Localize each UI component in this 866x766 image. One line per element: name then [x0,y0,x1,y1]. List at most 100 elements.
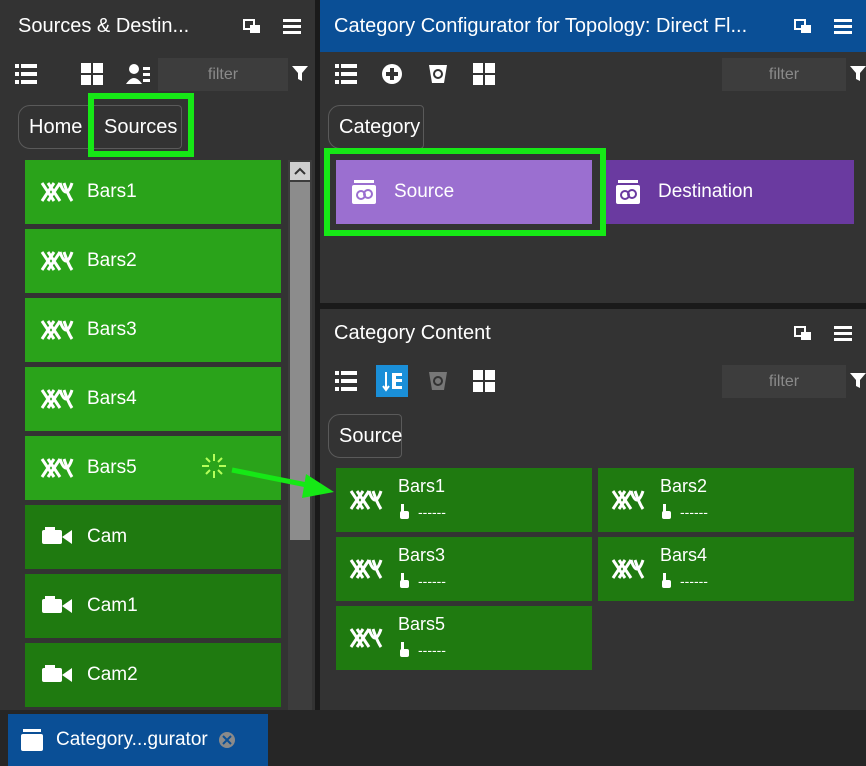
configurator-title: Category Configurator for Topology: Dire… [334,14,748,37]
menu-icon[interactable] [279,13,305,39]
source-list-scrollbar[interactable] [288,160,312,710]
source-item-bars1[interactable]: Bars1 [25,160,281,224]
add-icon[interactable] [376,58,408,90]
category-configurator-panel: Category Configurator for Topology: Dire… [320,0,866,303]
breadcrumb-source-label: Source [339,424,403,447]
grid-view-icon[interactable] [468,58,500,90]
source-item-label: Cam [87,526,128,547]
breadcrumb-home[interactable]: Home [18,105,98,149]
test-pattern-icon [39,178,75,206]
camera-icon [39,661,75,689]
menu-icon[interactable] [830,13,856,39]
grid-view-icon[interactable] [76,58,108,90]
hand-pointer-icon [660,573,672,589]
hand-pointer-icon [398,642,410,658]
menu-icon[interactable] [830,320,856,346]
tile-sub: ------ [660,504,708,520]
configurator-header: Category Configurator for Topology: Dire… [320,0,866,52]
sources-breadcrumb-highlight [88,93,194,157]
source-item-label: Bars5 [87,457,137,478]
breadcrumb-category-label: Category [339,115,421,138]
filter-icon[interactable] [292,66,308,87]
taskbar: Category...gurator [0,710,866,766]
test-pattern-icon [608,555,648,583]
filter-icon[interactable] [850,66,866,87]
test-pattern-icon [39,454,75,482]
category-content-panel: Category Content filter Source Bars1 ---… [320,309,866,710]
panel-title: Sources & Destin... [18,14,190,37]
filter-placeholder: filter [768,65,800,83]
float-window-icon[interactable] [239,13,265,39]
test-pattern-icon [39,316,75,344]
tile-sub: ------ [660,573,708,589]
refresh-icon[interactable] [422,365,454,397]
list-view-icon[interactable] [10,58,42,90]
app-root: Sources & Destin... filter Home Sources … [0,0,866,766]
tile-name: Bars3 [398,545,446,565]
list-view-icon[interactable] [330,58,362,90]
content-tile-bars5[interactable]: Bars5 ------ [336,606,592,670]
sources-panel-header: Sources & Destin... [0,0,315,52]
drag-arrow-icon [228,462,338,507]
source-item-bars2[interactable]: Bars2 [25,229,281,293]
source-item-label: Cam1 [87,595,138,616]
category-icon [614,178,642,206]
content-tile-bars2[interactable]: Bars2 ------ [598,468,854,532]
camera-icon [39,592,75,620]
source-item-bars4[interactable]: Bars4 [25,367,281,431]
hand-pointer-icon [398,504,410,520]
tile-sub: ------ [398,573,446,589]
filter-input[interactable]: filter [722,365,846,398]
content-tile-bars4[interactable]: Bars4 ------ [598,537,854,601]
sources-toolbar: filter [0,52,315,96]
category-destination-button[interactable]: Destination [600,160,854,224]
source-item-cam[interactable]: Cam [25,505,281,569]
filter-placeholder: filter [768,372,800,390]
filter-placeholder: filter [207,65,239,83]
source-category-highlight [324,148,606,236]
source-item-label: Bars4 [87,388,137,409]
configurator-toolbar: filter [320,52,866,96]
content-tile-bars3[interactable]: Bars3 ------ [336,537,592,601]
float-window-icon[interactable] [790,320,816,346]
close-icon[interactable] [218,731,236,749]
tile-sub-text: ------ [418,573,446,589]
filter-input[interactable]: filter [722,58,846,91]
list-view-icon[interactable] [330,365,362,397]
float-window-icon[interactable] [790,13,816,39]
content-title: Category Content [334,321,491,344]
test-pattern-icon [346,624,386,652]
tile-name: Bars2 [660,476,708,496]
tile-name: Bars5 [398,614,446,634]
category-label: Destination [658,181,754,202]
filter-input[interactable]: filter [158,58,288,91]
breadcrumb-source[interactable]: Source [328,414,402,458]
content-header: Category Content [320,309,866,357]
scroll-up-button[interactable] [290,162,310,180]
test-pattern-icon [39,247,75,275]
test-pattern-icon [346,486,386,514]
drag-cursor-icon [200,452,228,485]
test-pattern-icon [608,486,648,514]
taskbar-tab-configurator[interactable]: Category...gurator [8,714,268,766]
user-list-icon[interactable] [122,58,154,90]
tile-name: Bars4 [660,545,708,565]
source-item-cam1[interactable]: Cam1 [25,574,281,638]
breadcrumb-category[interactable]: Category [328,105,424,149]
source-item-cam2[interactable]: Cam2 [25,643,281,707]
sort-order-icon[interactable] [376,365,408,397]
refresh-icon[interactable] [422,58,454,90]
camera-icon [39,523,75,551]
grid-view-icon[interactable] [468,365,500,397]
filter-icon[interactable] [850,373,866,394]
sources-panel: Sources & Destin... filter Home Sources … [0,0,315,710]
content-toolbar: filter [320,359,866,403]
source-item-label: Bars1 [87,181,137,202]
breadcrumb-home-label: Home [29,115,83,138]
tile-sub-text: ------ [680,573,708,589]
content-tile-bars1[interactable]: Bars1 ------ [336,468,592,532]
source-item-bars3[interactable]: Bars3 [25,298,281,362]
taskbar-tab-label: Category...gurator [56,729,208,750]
source-item-label: Cam2 [87,664,138,685]
tile-sub-text: ------ [680,504,708,520]
